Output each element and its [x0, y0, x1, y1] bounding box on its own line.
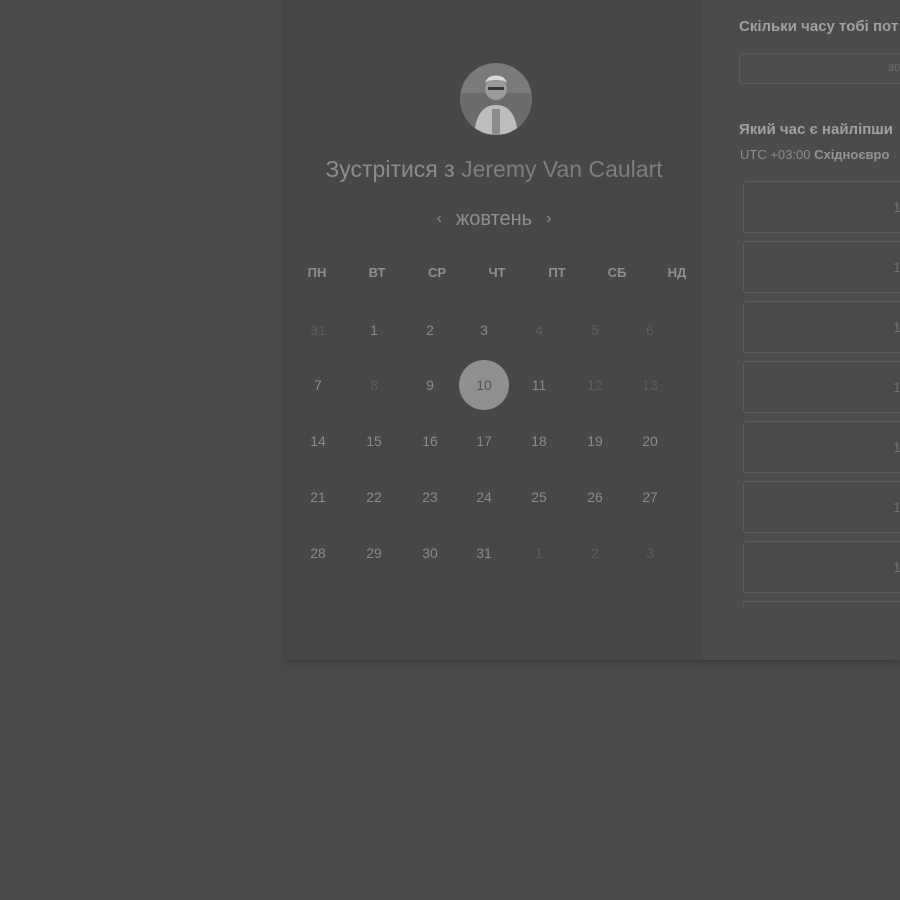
calendar-day[interactable]: 25 [514, 472, 564, 522]
title-prefix: Зустрітися з [325, 156, 455, 182]
calendar-day[interactable]: 19 [570, 416, 620, 466]
calendar-day[interactable]: 24 [459, 472, 509, 522]
calendar-day[interactable]: 31 [459, 528, 509, 578]
calendar-day[interactable]: 15 [349, 416, 399, 466]
calendar-day: 31 [310, 322, 326, 338]
booking-panel: Зустрітися з Jeremy Van Caulart ‹ жовтен… [286, 0, 900, 660]
time-question: Який час є найліпши [739, 121, 894, 138]
weekday-label: ВТ [368, 265, 386, 280]
avatar [460, 63, 532, 135]
calendar-day-selected[interactable]: 10 [459, 360, 509, 410]
host-photo [460, 63, 532, 135]
time-slot-button[interactable]: 1 [743, 361, 900, 413]
timezone-name: Східноєвро [814, 147, 890, 162]
calendar-day[interactable]: 23 [405, 472, 455, 522]
weekday-label: ПН [307, 265, 327, 280]
time-selection-pane: Скільки часу тобі пот 30 Який час є найл… [702, 0, 900, 660]
calendar-day[interactable]: 11 [514, 360, 564, 410]
duration-question: Скільки часу тобі пот [739, 18, 899, 35]
weekday-label: СБ [607, 265, 627, 280]
chevron-left-icon[interactable]: ‹ [423, 210, 456, 228]
calendar-day[interactable]: 1 [349, 305, 399, 355]
weekday-label: НД [667, 265, 687, 280]
calendar-day[interactable]: 20 [625, 416, 675, 466]
calendar-day[interactable]: 21 [293, 472, 343, 522]
calendar-day[interactable]: 9 [405, 360, 455, 410]
weekday-label: СР [427, 265, 447, 280]
calendar-day[interactable]: 7 [293, 360, 343, 410]
time-slot-button[interactable]: 1 [743, 241, 900, 293]
calendar-day[interactable]: 14 [293, 416, 343, 466]
timezone-offset: UTC +03:00 [740, 147, 811, 162]
calendar-day[interactable]: 22 [349, 472, 399, 522]
time-slot-button[interactable]: 1 [743, 301, 900, 353]
calendar-day[interactable]: 29 [349, 528, 399, 578]
duration-select[interactable]: 30 [739, 53, 900, 84]
calendar-day[interactable]: 27 [625, 472, 675, 522]
calendar-pane: Зустрітися з Jeremy Van Caulart ‹ жовтен… [286, 0, 702, 660]
calendar-day[interactable]: 18 [514, 416, 564, 466]
calendar-day: 6 [646, 322, 654, 338]
time-slot-button[interactable]: 1 [743, 541, 900, 593]
page-title: Зустрітися з Jeremy Van Caulart [286, 156, 702, 183]
calendar-day[interactable]: 17 [459, 416, 509, 466]
calendar-day[interactable]: 16 [405, 416, 455, 466]
month-label: жовтень [455, 207, 533, 230]
calendar-day: 8 [370, 377, 378, 393]
calendar-day: 13 [642, 377, 658, 393]
calendar-day[interactable]: 30 [405, 528, 455, 578]
calendar-day: 5 [591, 322, 599, 338]
calendar-day[interactable]: 26 [570, 472, 620, 522]
time-slot-button[interactable]: 1 [743, 181, 900, 233]
calendar-day[interactable]: 28 [293, 528, 343, 578]
chevron-right-icon[interactable]: › [532, 210, 565, 228]
calendar-day[interactable]: 2 [405, 305, 455, 355]
host-name: Jeremy Van Caulart [461, 156, 663, 182]
calendar-day[interactable]: 3 [459, 305, 509, 355]
time-slot-button[interactable] [743, 601, 900, 609]
weekday-label: ЧТ [488, 265, 506, 280]
calendar-day: 12 [587, 377, 603, 393]
time-slot-button[interactable]: 1 [743, 421, 900, 473]
timezone-label[interactable]: UTC +03:00 Східноєвро [740, 147, 889, 162]
weekday-label: ПТ [548, 265, 566, 280]
month-navigation: ‹ жовтень › [286, 205, 702, 233]
calendar-day: 2 [591, 545, 599, 561]
calendar-day: 3 [646, 545, 654, 561]
calendar-day: 1 [535, 545, 543, 561]
calendar-day: 4 [535, 322, 543, 338]
time-slot-button[interactable]: 1 [743, 481, 900, 533]
